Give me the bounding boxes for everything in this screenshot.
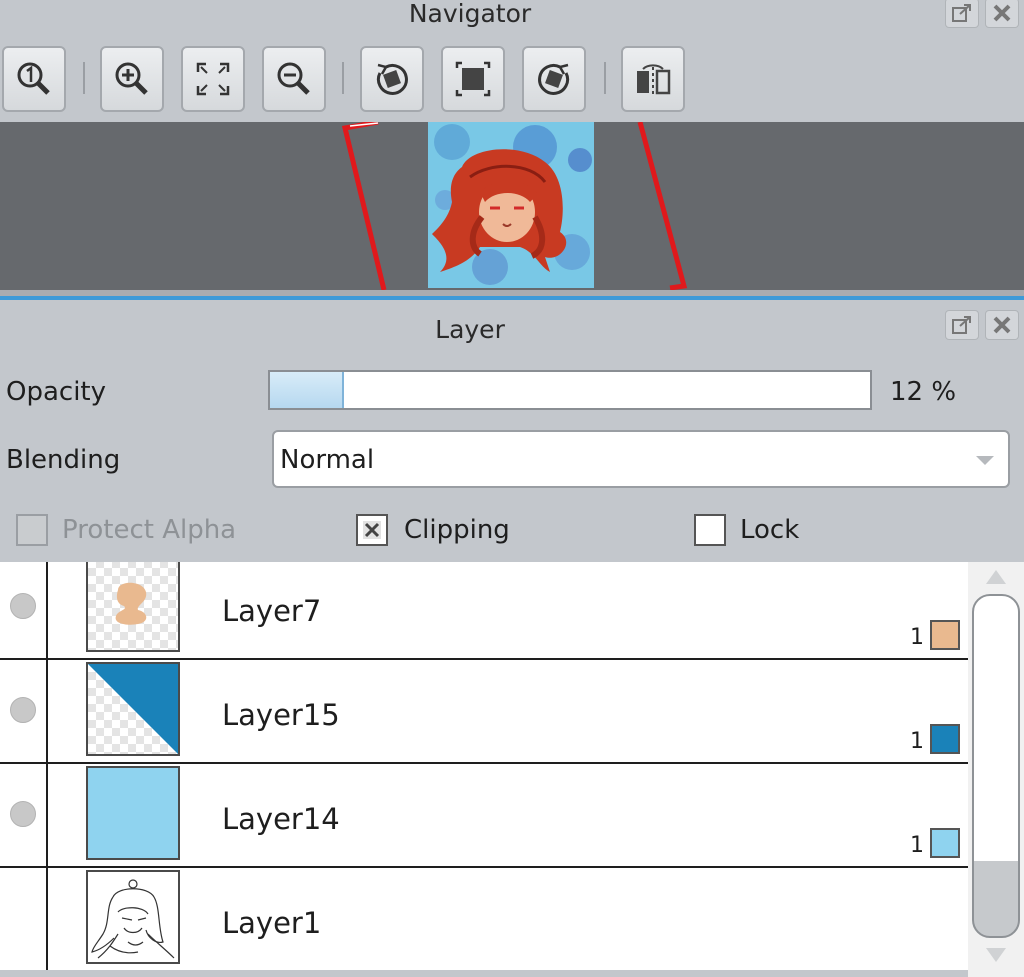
blending-mode-value: Normal [280, 445, 375, 475]
protect-alpha-label: Protect Alpha [62, 515, 237, 545]
row-divider [46, 562, 48, 658]
zoom-actual-size-icon [17, 62, 50, 95]
close-layer-button[interactable] [985, 310, 1019, 340]
row-divider [46, 660, 48, 762]
layer-thumbnail-art [88, 664, 178, 754]
undock-icon [952, 4, 971, 22]
layer-color-swatch [930, 828, 960, 858]
layer-name: Layer14 [222, 802, 340, 836]
layer-panel-title: Layer [435, 315, 505, 344]
layer-panel-bottom-edge [0, 970, 968, 977]
fit-to-window-button[interactable] [181, 46, 245, 112]
visibility-toggle-icon[interactable] [10, 801, 36, 827]
panel-splitter[interactable] [0, 296, 1024, 300]
layer-color-swatch [930, 724, 960, 754]
line-art-thumbnail [91, 879, 175, 959]
rotate-clockwise-button[interactable] [522, 46, 586, 112]
layer-thumbnail-art [115, 582, 147, 625]
visibility-toggle-icon[interactable] [10, 697, 36, 723]
toolbar-separator [604, 62, 606, 94]
close-navigator-button[interactable] [985, 0, 1019, 28]
rotate-counterclockwise-icon [376, 63, 408, 95]
undock-icon [952, 316, 971, 334]
zoom-in-icon [115, 62, 148, 95]
rotate-counterclockwise-button[interactable] [360, 46, 424, 112]
layer-thumbnail [86, 766, 180, 860]
undock-layer-button[interactable] [945, 310, 979, 340]
zoom-out-button[interactable] [262, 46, 326, 112]
protect-alpha-checkbox[interactable] [16, 514, 48, 546]
layer-clip-count: 1 [910, 833, 924, 858]
opacity-slider[interactable] [268, 370, 872, 410]
zoom-in-button[interactable] [100, 46, 164, 112]
row-divider [46, 868, 48, 970]
scroll-down-arrow-icon[interactable] [986, 948, 1006, 962]
layer-row[interactable]: Layer14 1 [0, 764, 968, 868]
flip-horizontal-button[interactable] [621, 46, 685, 112]
layer-thumbnail [86, 870, 180, 964]
chevron-down-icon [976, 456, 994, 465]
navigator-panel-title: Navigator [408, 0, 532, 28]
layer-clip-count: 1 [910, 625, 924, 650]
undock-navigator-button[interactable] [945, 0, 979, 28]
reset-rotation-icon [455, 61, 491, 97]
layer-row[interactable]: Layer1 [0, 868, 968, 970]
checkmark-x-icon [363, 521, 381, 539]
toolbar-separator [83, 62, 85, 94]
layer-name: Layer7 [222, 594, 322, 628]
layer-row[interactable]: Layer15 1 [0, 660, 968, 764]
opacity-label: Opacity [6, 377, 107, 407]
layer-name: Layer15 [222, 698, 340, 732]
fit-to-window-icon [196, 62, 230, 96]
blending-mode-select[interactable]: Normal [272, 430, 1010, 488]
lock-label: Lock [740, 515, 800, 545]
layer-clip-count: 1 [910, 729, 924, 754]
zoom-actual-size-button[interactable] [2, 46, 66, 112]
lock-checkbox[interactable] [694, 514, 726, 546]
visibility-toggle-icon[interactable] [10, 593, 36, 619]
row-divider [46, 764, 48, 866]
layer-row[interactable]: Layer7 1 [0, 562, 968, 660]
blending-label: Blending [6, 445, 121, 475]
layer-name: Layer1 [222, 906, 322, 940]
opacity-slider-fill [270, 372, 344, 408]
layer-list: Layer7 1 Layer15 1 Layer14 1 Layer1 [0, 562, 968, 970]
close-icon [993, 4, 1011, 22]
navigator-preview[interactable] [0, 122, 1024, 290]
close-icon [993, 316, 1011, 334]
clipping-checkbox[interactable] [356, 514, 388, 546]
zoom-out-icon [277, 62, 310, 95]
reset-rotation-button[interactable] [441, 46, 505, 112]
rotate-clockwise-icon [538, 63, 570, 95]
canvas-preview-thumbnail [341, 122, 688, 290]
scrollbar-thumb[interactable] [972, 594, 1020, 938]
clipping-label: Clipping [404, 515, 510, 545]
toolbar-separator [342, 62, 344, 94]
scroll-up-arrow-icon[interactable] [986, 570, 1006, 584]
opacity-value: 12 % [890, 377, 957, 407]
layer-thumbnail [86, 662, 180, 756]
layer-color-swatch [930, 620, 960, 650]
flip-horizontal-icon [637, 64, 671, 95]
layer-thumbnail [86, 562, 180, 652]
